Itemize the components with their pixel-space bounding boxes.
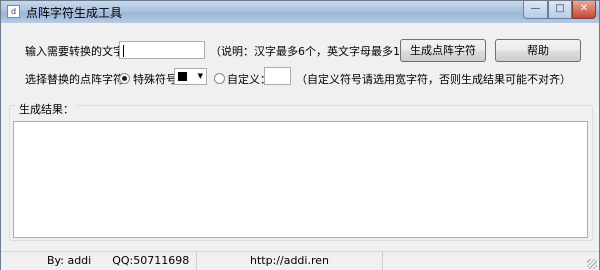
text-caret <box>123 45 124 57</box>
status-url-cell: http://addi.ren <box>197 252 383 270</box>
close-button[interactable]: ✕ <box>572 1 596 19</box>
result-textarea[interactable] <box>13 121 588 238</box>
status-author: By: addi <box>47 254 92 267</box>
symbol-dropdown[interactable]: ▼ <box>174 68 207 85</box>
input-note: （说明：汉字最多6个，英文字母最多12个） <box>210 45 429 58</box>
chevron-down-icon: ▼ <box>197 72 203 80</box>
custom-note: （自定义符号请选用宽字符，否则生成结果可能不对齐） <box>296 73 571 86</box>
custom-radio[interactable] <box>214 73 225 84</box>
status-bar: By: addi QQ:50711698 http://addi.ren <box>1 251 599 270</box>
status-empty-cell <box>383 252 599 270</box>
selected-symbol-swatch <box>178 72 187 81</box>
radio-selected-dot <box>122 76 127 81</box>
special-label: 特殊符号 <box>133 73 177 86</box>
result-label: 生成结果： <box>17 101 76 117</box>
minimize-button[interactable]: — <box>523 1 548 19</box>
title-bar[interactable]: d 点阵字符生成工具 — □ ✕ <box>1 1 599 23</box>
client-area: 输入需要转换的文字： （说明：汉字最多6个，英文字母最多12个） 生成点阵字符 … <box>3 25 597 251</box>
app-window: d 点阵字符生成工具 — □ ✕ 输入需要转换的文字： （说明：汉字最多6个，英… <box>0 0 600 270</box>
generate-button[interactable]: 生成点阵字符 <box>400 39 486 62</box>
status-qq: QQ:50711698 <box>112 254 190 267</box>
custom-symbol-input[interactable] <box>264 67 291 85</box>
status-url[interactable]: http://addi.ren <box>250 254 329 267</box>
status-author-cell: By: addi QQ:50711698 <box>1 252 197 270</box>
resize-grip-icon[interactable] <box>587 259 597 269</box>
maximize-button[interactable]: □ <box>548 1 572 19</box>
app-icon: d <box>7 5 20 18</box>
special-radio[interactable] <box>119 73 130 84</box>
help-button[interactable]: 帮助 <box>495 39 581 62</box>
window-title: 点阵字符生成工具 <box>26 6 123 20</box>
text-input[interactable] <box>119 41 205 59</box>
